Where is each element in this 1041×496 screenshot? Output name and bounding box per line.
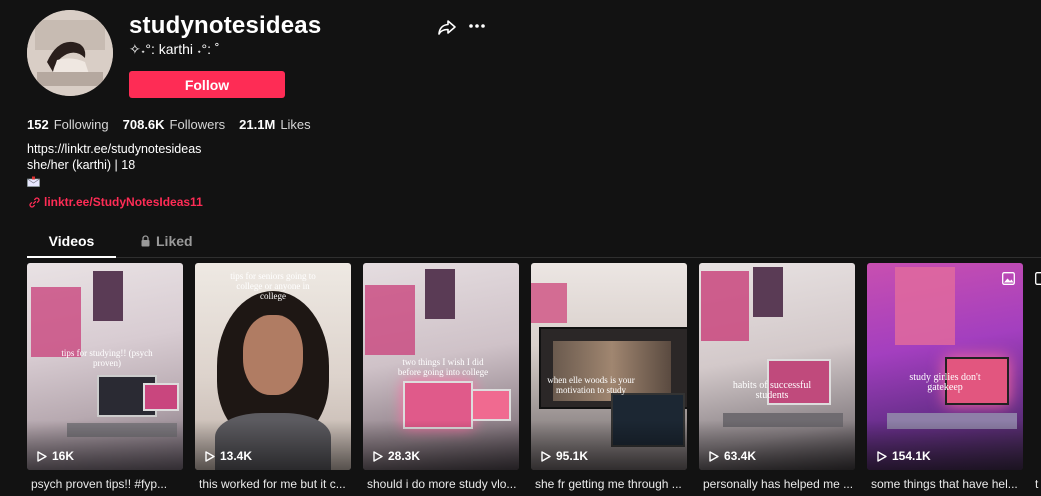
view-count: 13.4K — [205, 449, 252, 463]
stat-label: Likes — [280, 117, 311, 132]
video-caption[interactable]: should i do more study vlo... — [363, 477, 519, 491]
view-count: 95.1K — [541, 449, 588, 463]
play-icon — [877, 450, 887, 462]
video-overlay-text: study girlies don't gatekeep — [909, 372, 981, 393]
video-grid: tips for studying!! (psych proven) 16K p… — [27, 263, 1041, 496]
avatar[interactable] — [27, 10, 113, 96]
view-count: 16K — [37, 449, 74, 463]
video-caption[interactable]: psych proven tips!! #fyp... — [27, 477, 183, 491]
photo-icon — [1035, 272, 1041, 285]
video-overlay-text: two things I wish I did before going int… — [397, 357, 489, 377]
share-icon[interactable] — [437, 17, 457, 37]
tab-label: Videos — [48, 233, 95, 249]
play-icon — [709, 450, 719, 462]
bio-line: https://linktr.ee/studynotesideas — [27, 142, 202, 156]
tab-videos[interactable]: Videos — [27, 226, 116, 258]
video-caption[interactable]: personally has helped me ... — [699, 477, 855, 491]
stat-label: Following — [53, 117, 109, 132]
stat-followers[interactable]: 708.6K Followers — [123, 117, 226, 132]
video-overlay-text: habits of successful students — [732, 380, 812, 401]
video-thumbnail[interactable]: tips for studying!! (psych proven) 16K — [27, 263, 183, 470]
bio-line: she/her (karthi) | 18 — [27, 158, 136, 172]
view-count: 63.4K — [709, 449, 756, 463]
stat-value: 708.6K — [122, 117, 165, 132]
video-card[interactable]: when elle woods is your motivation to st… — [531, 263, 687, 491]
stat-following[interactable]: 152 Following — [27, 117, 109, 132]
video-thumbnail[interactable]: when elle woods is your motivation to st… — [531, 263, 687, 470]
tab-label: Liked — [156, 233, 193, 249]
play-icon — [373, 450, 383, 462]
video-card[interactable]: study girlies don't gatekeep 154.1K some… — [867, 263, 1023, 491]
video-thumbnail[interactable]: two things I wish I did before going int… — [363, 263, 519, 470]
video-thumbnail[interactable] — [1035, 263, 1041, 470]
nickname: ✧˖°: karthi ˖°: ˚ — [129, 41, 220, 57]
username: studynotesideas — [129, 12, 322, 39]
video-thumbnail[interactable]: study girlies don't gatekeep 154.1K — [867, 263, 1023, 470]
video-thumbnail[interactable]: tips for seniors going to college or any… — [195, 263, 351, 470]
profile-tabs: Videos Liked — [27, 226, 1041, 258]
video-caption[interactable]: she fr getting me through ... — [531, 477, 687, 491]
stat-value: 152 — [27, 117, 49, 132]
play-icon — [37, 450, 47, 462]
profile-link-text: linktr.ee/StudyNotesIdeas11 — [44, 195, 203, 209]
tab-liked[interactable]: Liked — [140, 226, 193, 256]
envelope-icon — [27, 176, 40, 187]
video-overlay-text: when elle woods is your motivation to st… — [547, 375, 635, 395]
stat-likes: 21.1M Likes — [239, 117, 311, 132]
video-caption[interactable]: t — [1035, 477, 1041, 491]
view-count: 154.1K — [877, 449, 931, 463]
video-caption[interactable]: some things that have hel... — [867, 477, 1023, 491]
link-icon — [29, 196, 40, 208]
lock-icon — [141, 235, 150, 247]
video-card[interactable]: tips for seniors going to college or any… — [195, 263, 351, 491]
profile-stats: 152 Following 708.6K Followers 21.1M Likes — [27, 117, 311, 132]
video-overlay-text: tips for seniors going to college or any… — [230, 271, 316, 301]
more-options-icon[interactable] — [467, 16, 487, 36]
video-card[interactable]: tips for studying!! (psych proven) 16K p… — [27, 263, 183, 491]
view-count: 28.3K — [373, 449, 420, 463]
video-card[interactable]: habits of successful students 63.4K pers… — [699, 263, 855, 491]
stat-value: 21.1M — [239, 117, 276, 132]
video-overlay-text: tips for studying!! (psych proven) — [61, 348, 153, 368]
bio: https://linktr.ee/studynotesideas she/he… — [27, 141, 201, 191]
play-icon — [205, 450, 215, 462]
video-card[interactable]: two things I wish I did before going int… — [363, 263, 519, 491]
profile-link[interactable]: linktr.ee/StudyNotesIdeas11 — [29, 195, 203, 209]
video-caption[interactable]: this worked for me but it c... — [195, 477, 351, 491]
video-thumbnail[interactable]: habits of successful students 63.4K — [699, 263, 855, 470]
photo-icon — [1002, 272, 1015, 285]
play-icon — [541, 450, 551, 462]
video-card[interactable]: t — [1035, 263, 1041, 491]
stat-label: Followers — [169, 117, 226, 132]
follow-button[interactable]: Follow — [129, 71, 285, 98]
